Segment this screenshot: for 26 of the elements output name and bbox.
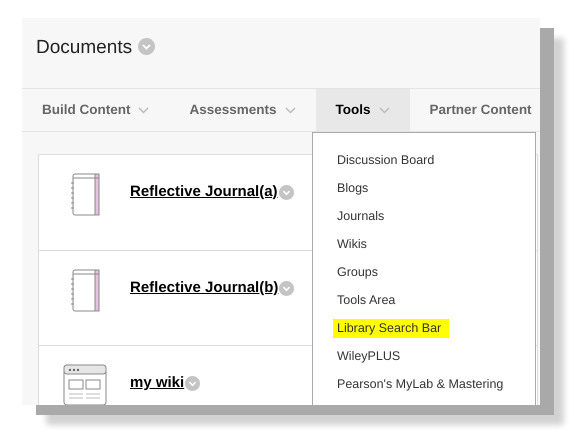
chevron-icon[interactable]: [138, 38, 156, 55]
menu-item[interactable]: Groups: [337, 263, 384, 282]
menu-item[interactable]: Blogs: [337, 179, 374, 198]
item-link[interactable]: my wiki: [130, 372, 184, 394]
page-title: Documents: [36, 36, 132, 60]
menu-item[interactable]: Wikis: [337, 235, 373, 254]
chevron-icon: [378, 106, 390, 114]
chevron-icon: [284, 106, 296, 114]
menu-tab[interactable]: Build Content: [22, 89, 170, 131]
menu-tab[interactable]: Tools: [316, 89, 410, 131]
menu-tab[interactable]: Partner Content: [410, 89, 536, 131]
chevron-icon: [138, 106, 150, 114]
notebook-icon: [70, 173, 100, 216]
menu-item[interactable]: Tools Area: [337, 291, 402, 310]
menu-tab[interactable]: Assessments: [169, 89, 316, 131]
chevron-icon[interactable]: [185, 376, 200, 391]
menu-item[interactable]: Discussion Board: [337, 151, 440, 170]
chevron-icon[interactable]: [278, 185, 294, 200]
menu-item[interactable]: WileyPLUS: [337, 347, 406, 366]
menu-item[interactable]: Pearson's MyLab & Mastering: [337, 375, 510, 394]
notebook-icon: [70, 269, 100, 312]
menu-item[interactable]: Journals: [337, 207, 390, 226]
item-link[interactable]: Reflective Journal(b): [130, 277, 278, 300]
menu-item[interactable]: Library Search Bar: [333, 319, 450, 338]
item-link[interactable]: Reflective Journal(a): [130, 181, 278, 204]
chevron-icon[interactable]: [279, 281, 294, 296]
